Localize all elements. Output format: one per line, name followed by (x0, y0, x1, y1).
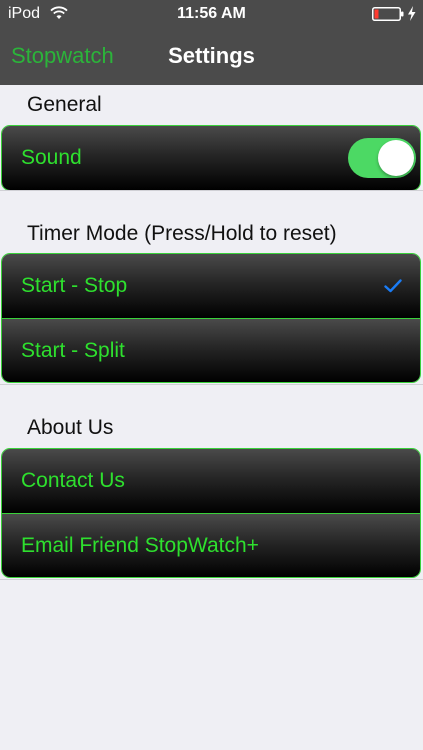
charging-bolt-icon (408, 6, 416, 21)
timer-mode-group: Start - Stop Start - Split (1, 253, 421, 383)
battery-low-icon (372, 7, 404, 21)
section-divider (0, 579, 423, 580)
header: iPod 11:56 AM Stopwatch Settings (0, 0, 423, 85)
section-divider (0, 384, 423, 385)
settings-screen: iPod 11:56 AM Stopwatch Settings General (0, 0, 423, 750)
option-start-split[interactable]: Start - Split (2, 318, 420, 382)
about-group: Contact Us Email Friend StopWatch+ (1, 448, 421, 578)
status-time: 11:56 AM (177, 5, 246, 22)
toggle-knob (378, 140, 414, 176)
start-split-label: Start - Split (21, 338, 125, 362)
section-header-timer-mode: Timer Mode (Press/Hold to reset) (27, 222, 337, 245)
option-start-stop[interactable]: Start - Stop (2, 254, 420, 318)
status-bar: iPod 11:56 AM (0, 0, 423, 28)
contact-us-cell[interactable]: Contact Us (2, 449, 420, 513)
sound-cell: Sound (2, 126, 420, 190)
contact-us-label: Contact Us (21, 469, 125, 492)
checkmark-icon (384, 279, 402, 293)
section-header-general: General (27, 93, 102, 116)
navigation-bar: Stopwatch Settings (0, 28, 423, 85)
section-divider (0, 190, 423, 191)
general-group: Sound (1, 125, 421, 191)
start-stop-label: Start - Stop (21, 274, 128, 297)
email-friend-label: Email Friend StopWatch+ (21, 533, 259, 557)
section-header-about: About Us (27, 416, 114, 439)
sound-label: Sound (21, 146, 82, 169)
sound-toggle[interactable] (348, 138, 416, 178)
page-title: Settings (168, 43, 255, 68)
email-friend-cell[interactable]: Email Friend StopWatch+ (2, 513, 420, 577)
